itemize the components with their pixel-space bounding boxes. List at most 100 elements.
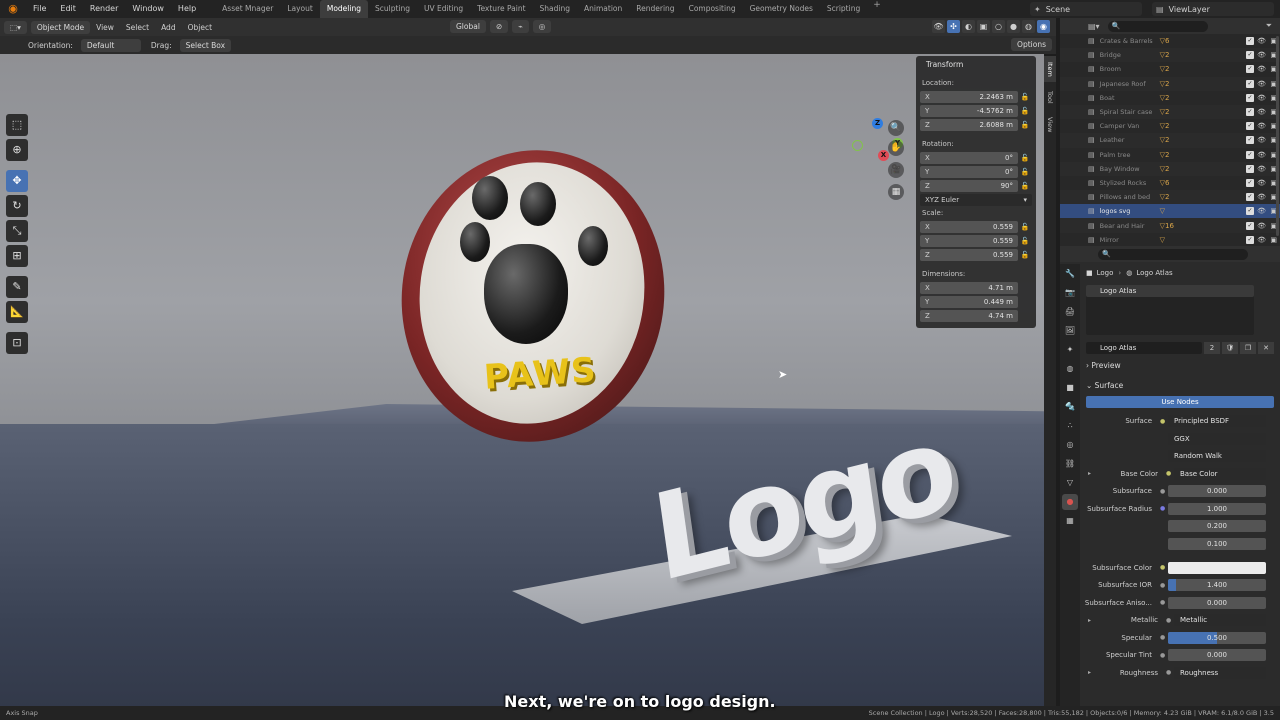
checkbox-icon[interactable]: ✓ (1246, 207, 1254, 216)
rotation-z-field[interactable]: Z 90° (920, 179, 1018, 192)
tab-tool[interactable]: Tool (1044, 84, 1056, 110)
outliner-row[interactable]: ▤ Boat ▽2 ✓ 👁 ▣ (1060, 91, 1280, 105)
tab-layout[interactable]: Layout (280, 0, 320, 18)
select-box-tool-icon[interactable]: ⬚ (6, 114, 28, 136)
lock-icon[interactable]: 🔓 (1018, 223, 1032, 231)
checkbox-icon[interactable]: ✓ (1246, 136, 1254, 145)
use-nodes-button[interactable]: Use Nodes (1086, 396, 1274, 408)
tab-view[interactable]: View (1044, 112, 1056, 138)
scene-tab-icon[interactable]: ✦ (1062, 342, 1078, 358)
gizmo-icon[interactable]: ✣ (947, 20, 960, 33)
location-y-field[interactable]: Y -4.5762 m (920, 104, 1018, 117)
subsurface-ior-field[interactable]: 1.400 (1168, 579, 1266, 591)
outliner-row[interactable]: ▤ Palm tree ▽2 ✓ 👁 ▣ (1060, 148, 1280, 162)
outliner-row[interactable]: ▤ Broom ▽2 ✓ 👁 ▣ (1060, 62, 1280, 76)
lock-icon[interactable]: 🔓 (1018, 154, 1032, 162)
add-cube-tool-icon[interactable]: ⊡ (6, 332, 28, 354)
lock-icon[interactable]: 🔓 (1018, 251, 1032, 259)
fake-user-icon[interactable]: 🛡 (1222, 341, 1238, 354)
collection-icon[interactable]: ▤ (1088, 94, 1095, 102)
material-name-field[interactable]: Logo Atlas (1086, 341, 1202, 354)
rotation-x-field[interactable]: X 0° (920, 151, 1018, 164)
specular-tint-field[interactable]: 0.000 (1168, 649, 1266, 661)
scale-z-field[interactable]: Z 0.559 (920, 248, 1018, 261)
collection-icon[interactable]: ▤ (1088, 37, 1095, 45)
checkbox-icon[interactable]: ✓ (1246, 221, 1254, 230)
menu-object[interactable]: Object (182, 23, 218, 32)
outliner-row[interactable]: ▤ Bay Window ▽2 ✓ 👁 ▣ (1060, 161, 1280, 176)
camera-icon[interactable]: ▣ (1270, 236, 1277, 244)
dimensions-x-field[interactable]: X 4.71 m (920, 281, 1018, 294)
orientation-dropdown[interactable]: Global (450, 20, 486, 33)
modifier-tab-icon[interactable]: 🔩 (1062, 399, 1078, 415)
tab-asset-manager[interactable]: Asset Mnager (215, 0, 280, 18)
tab-modeling[interactable]: Modeling (319, 0, 368, 18)
outliner-row[interactable]: ▤ Mirror ▽ ✓ 👁 ▣ (1060, 233, 1280, 247)
location-x-field[interactable]: X 2.2463 m (920, 90, 1018, 103)
lock-icon[interactable]: 🔓 (1018, 237, 1032, 245)
menu-edit[interactable]: Edit (53, 0, 83, 18)
render-tab-icon[interactable]: 📷 (1062, 285, 1078, 301)
eye-icon[interactable]: 👁 (1257, 108, 1266, 116)
dimensions-y-field[interactable]: Y 0.449 m (920, 295, 1018, 308)
x-axis-icon[interactable]: X (878, 150, 889, 161)
collection-icon[interactable]: ▤ (1088, 51, 1095, 59)
material-tab-icon[interactable]: ● (1062, 494, 1078, 510)
data-tab-icon[interactable]: ▽ (1062, 475, 1078, 491)
preview-section[interactable]: › Preview (1082, 358, 1278, 374)
eye-icon[interactable]: 👁 (1257, 193, 1266, 201)
outliner-row[interactable]: ▤ Bridge ▽2 ✓ 👁 ▣ (1060, 48, 1280, 63)
checkbox-icon[interactable]: ✓ (1246, 164, 1254, 173)
subsurface-color-swatch[interactable] (1168, 561, 1266, 574)
lock-icon[interactable]: 🔓 (1018, 121, 1032, 129)
unlink-icon[interactable]: ✕ (1258, 341, 1274, 354)
surface-section[interactable]: ⌄ Surface (1082, 378, 1278, 394)
zoom-icon[interactable]: 🔍 (888, 120, 904, 136)
tab-sculpting[interactable]: Sculpting (368, 0, 417, 18)
ortho-grid-icon[interactable]: ▦ (888, 184, 904, 200)
eye-icon[interactable]: 👁 (1257, 37, 1266, 45)
checkbox-icon[interactable]: ✓ (1246, 178, 1254, 187)
outliner-row[interactable]: ▤ Pillows and bed ▽2 ✓ 👁 ▣ (1060, 190, 1280, 205)
tool-tab-icon[interactable]: 🔧 (1062, 266, 1078, 282)
outliner-row[interactable]: ▤ Bear and Hair ▽16 ✓ 👁 ▣ (1060, 218, 1280, 233)
wireframe-shading-icon[interactable]: ○ (992, 20, 1005, 33)
view-layer-selector[interactable]: ▤ ViewLayer (1152, 2, 1274, 16)
scale-y-field[interactable]: Y 0.559 (920, 234, 1018, 247)
menu-add[interactable]: Add (155, 23, 182, 32)
rotation-y-field[interactable]: Y 0° (920, 165, 1018, 178)
menu-file[interactable]: File (26, 0, 53, 18)
material-user-count[interactable]: 2 (1204, 341, 1220, 354)
menu-view[interactable]: View (90, 23, 120, 32)
subsurface-aniso-field[interactable]: 0.000 (1168, 596, 1266, 609)
checkbox-icon[interactable]: ✓ (1246, 235, 1254, 244)
subsurface-radius-x-field[interactable]: 1.000 (1168, 502, 1266, 515)
checkbox-icon[interactable]: ✓ (1246, 193, 1254, 202)
tab-texture-paint[interactable]: Texture Paint (470, 0, 532, 18)
eye-icon[interactable]: 👁 (1257, 80, 1266, 88)
checkbox-icon[interactable]: ✓ (1246, 93, 1254, 102)
eye-icon[interactable]: 👁 (1257, 165, 1266, 173)
pan-hand-icon[interactable]: ✋ (888, 140, 904, 156)
eye-icon[interactable]: 👁 (1257, 136, 1266, 144)
eye-icon[interactable]: 👁 (1257, 207, 1266, 215)
specular-field[interactable]: 0.500 (1168, 631, 1266, 644)
mode-dropdown[interactable]: Object Mode (30, 20, 91, 34)
checkbox-icon[interactable]: ✓ (1246, 108, 1254, 117)
collection-icon[interactable]: ▤ (1088, 193, 1095, 201)
object-tab-icon[interactable]: ■ (1062, 380, 1078, 396)
add-workspace-icon[interactable]: + (867, 0, 887, 18)
material-slot-list[interactable]: Logo Atlas (1086, 285, 1254, 335)
funnel-icon[interactable]: ⏷ (1266, 21, 1272, 31)
collection-icon[interactable]: ▤ (1088, 179, 1095, 187)
checkbox-icon[interactable]: ✓ (1246, 51, 1254, 60)
scale-x-field[interactable]: X 0.559 (920, 220, 1018, 233)
tab-compositing[interactable]: Compositing (682, 0, 743, 18)
menu-help[interactable]: Help (171, 0, 203, 18)
outliner-row[interactable]: ▤ Leather ▽2 ✓ 👁 ▣ (1060, 133, 1280, 148)
view-layer-tab-icon[interactable]: 🖼 (1062, 323, 1078, 339)
lock-icon[interactable]: 🔓 (1018, 182, 1032, 190)
lock-icon[interactable]: 🔓 (1018, 93, 1032, 101)
eye-icon[interactable]: 👁 (1257, 51, 1266, 59)
outliner-row[interactable]: ▤ logos svg ▽ ✓ 👁 ▣ (1060, 204, 1280, 219)
